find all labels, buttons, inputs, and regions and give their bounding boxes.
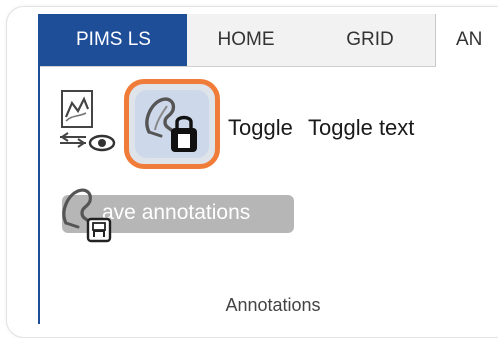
tab-annotations[interactable]: AN <box>435 14 498 67</box>
toggle-label[interactable]: Toggle <box>228 115 293 141</box>
ribbon-tab-bar: PIMS LS HOME GRID AN <box>40 14 498 67</box>
save-annotations-tooltip-text: ave annotations <box>102 201 251 224</box>
annotations-panel: Toggle Toggle text ave annotations Annot… <box>40 67 498 324</box>
save-annotations-row: ave annotations <box>58 179 298 243</box>
tab-pims-ls[interactable]: PIMS LS <box>40 14 187 66</box>
toggle-button-face <box>135 90 209 158</box>
annotations-group-label: Annotations <box>225 295 321 315</box>
tab-grid[interactable]: GRID <box>305 14 435 66</box>
toggle-text-label[interactable]: Toggle text <box>308 115 414 141</box>
annotation-eye-icon <box>60 90 116 152</box>
ribbon: PIMS LS HOME GRID AN Toggle Toggle text … <box>38 14 498 324</box>
tab-home[interactable]: HOME <box>187 14 305 66</box>
save-annotations-button[interactable] <box>58 179 122 243</box>
annotation-save-icon <box>62 188 112 243</box>
annotation-lock-icon <box>145 97 197 152</box>
show-annotations-button[interactable] <box>56 87 116 157</box>
toggle-annotations-button[interactable] <box>124 79 220 169</box>
